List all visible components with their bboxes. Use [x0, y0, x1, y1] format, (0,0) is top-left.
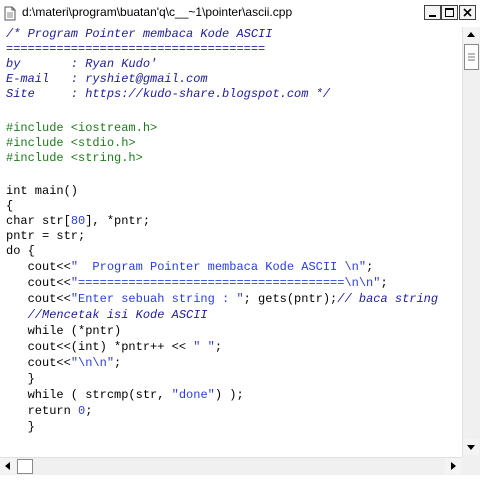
code-line-cout-title: cout<<" Program Pointer membaca Kode ASC…	[6, 260, 374, 275]
document-icon	[4, 6, 16, 21]
scroll-up-button[interactable]	[463, 27, 479, 43]
vertical-scroll-thumb[interactable]	[464, 44, 479, 70]
code-token: cout<<	[6, 276, 71, 290]
code-line-main: int main()	[6, 184, 79, 198]
arrow-down-icon	[467, 445, 475, 450]
code-line-cout-separator: cout<<"=================================…	[6, 276, 388, 291]
code-string: "Enter sebuah string : "	[70, 292, 244, 306]
code-token: ], *pntr;	[85, 214, 151, 228]
code-token: cout<<(int) *pntr++ <<	[6, 340, 194, 354]
grip-icon	[468, 53, 475, 61]
code-line-include-string: #include <string.h>	[6, 151, 143, 165]
code-token: ;	[114, 356, 122, 370]
code-string: " Program Pointer membaca Kode ASCII \n"	[70, 260, 367, 274]
scroll-right-button[interactable]	[445, 458, 461, 474]
arrow-right-icon	[451, 462, 456, 470]
minimize-icon	[429, 15, 436, 17]
code-token: return	[6, 404, 79, 418]
vertical-scrollbar[interactable]	[462, 27, 480, 457]
window-title: d:\materi\program\buatan'q\c__~1\pointer…	[22, 5, 293, 19]
code-line-close-brace-main: }	[6, 420, 35, 434]
code-line-4: E-mail : ryshiet@gmail.com	[6, 72, 208, 86]
code-token: ;	[214, 340, 223, 354]
window-bottom-edge	[0, 475, 480, 480]
close-icon	[463, 8, 472, 17]
horizontal-scroll-thumb[interactable]	[17, 459, 33, 474]
maximize-icon	[445, 8, 454, 17]
close-button[interactable]	[459, 5, 476, 20]
code-number: 80	[70, 214, 86, 228]
title-bar[interactable]: d:\materi\program\buatan'q\c__~1\pointer…	[0, 0, 480, 28]
code-token: cout<<	[6, 292, 71, 306]
code-line-declaration: char str[80], *pntr;	[6, 214, 150, 229]
code-line-cout-newline: cout<<"\n\n";	[6, 356, 122, 371]
code-line-return: return 0;	[6, 404, 93, 419]
code-line-include-iostream: #include <iostream.h>	[6, 121, 158, 135]
code-string: "done"	[171, 388, 215, 402]
code-token: ) );	[214, 388, 244, 402]
code-line-open-brace: {	[6, 199, 14, 213]
code-line-do: do {	[6, 244, 35, 258]
code-comment: // baca string	[337, 292, 439, 306]
maximize-button[interactable]	[441, 5, 458, 20]
code-line-close-brace-do: }	[6, 372, 35, 386]
scroll-down-button[interactable]	[463, 439, 479, 455]
editor-window: d:\materi\program\buatan'q\c__~1\pointer…	[0, 0, 480, 480]
code-line-2: ====================================	[6, 42, 266, 56]
scrollbar-corner	[462, 457, 480, 475]
arrow-up-icon	[467, 32, 475, 37]
code-token: while ( strcmp(str,	[6, 388, 172, 402]
minimize-button[interactable]	[424, 5, 441, 20]
code-line-3: by : Ryan Kudo'	[6, 57, 158, 71]
code-line-cout-int: cout<<(int) *pntr++ << " ";	[6, 340, 222, 355]
code-token: ;	[366, 260, 374, 274]
code-string: "\n\n"	[70, 356, 115, 370]
code-line-while-pntr: while (*pntr)	[6, 324, 122, 338]
code-line-1: /* Program Pointer membaca Kode ASCII	[6, 27, 273, 41]
code-string: "=====================================\n…	[70, 276, 381, 290]
code-line-5: Site : https://kudo-share.blogspot.com *…	[6, 87, 331, 101]
scroll-left-button[interactable]	[0, 458, 16, 474]
code-token: ;	[85, 404, 93, 418]
code-token: ; gets(pntr);	[243, 292, 338, 306]
arrow-left-icon	[5, 462, 10, 470]
code-line-assign: pntr = str;	[6, 229, 86, 243]
code-token: cout<<	[6, 356, 71, 370]
code-line-comment-cetak: //Mencetak isi Kode ASCII	[6, 308, 208, 322]
code-token: ;	[380, 276, 388, 290]
code-line-include-stdio: #include <stdio.h>	[6, 136, 136, 150]
code-token: char str[	[6, 214, 71, 228]
code-line-cout-enter: cout<<"Enter sebuah string : "; gets(pnt…	[6, 292, 439, 307]
code-string: " "	[193, 340, 215, 354]
horizontal-scrollbar[interactable]	[0, 457, 462, 475]
code-editor[interactable]: /* Program Pointer membaca Kode ASCII ==…	[0, 27, 462, 457]
code-line-while-strcmp: while ( strcmp(str, "done") );	[6, 388, 244, 403]
code-token: cout<<	[6, 260, 71, 274]
